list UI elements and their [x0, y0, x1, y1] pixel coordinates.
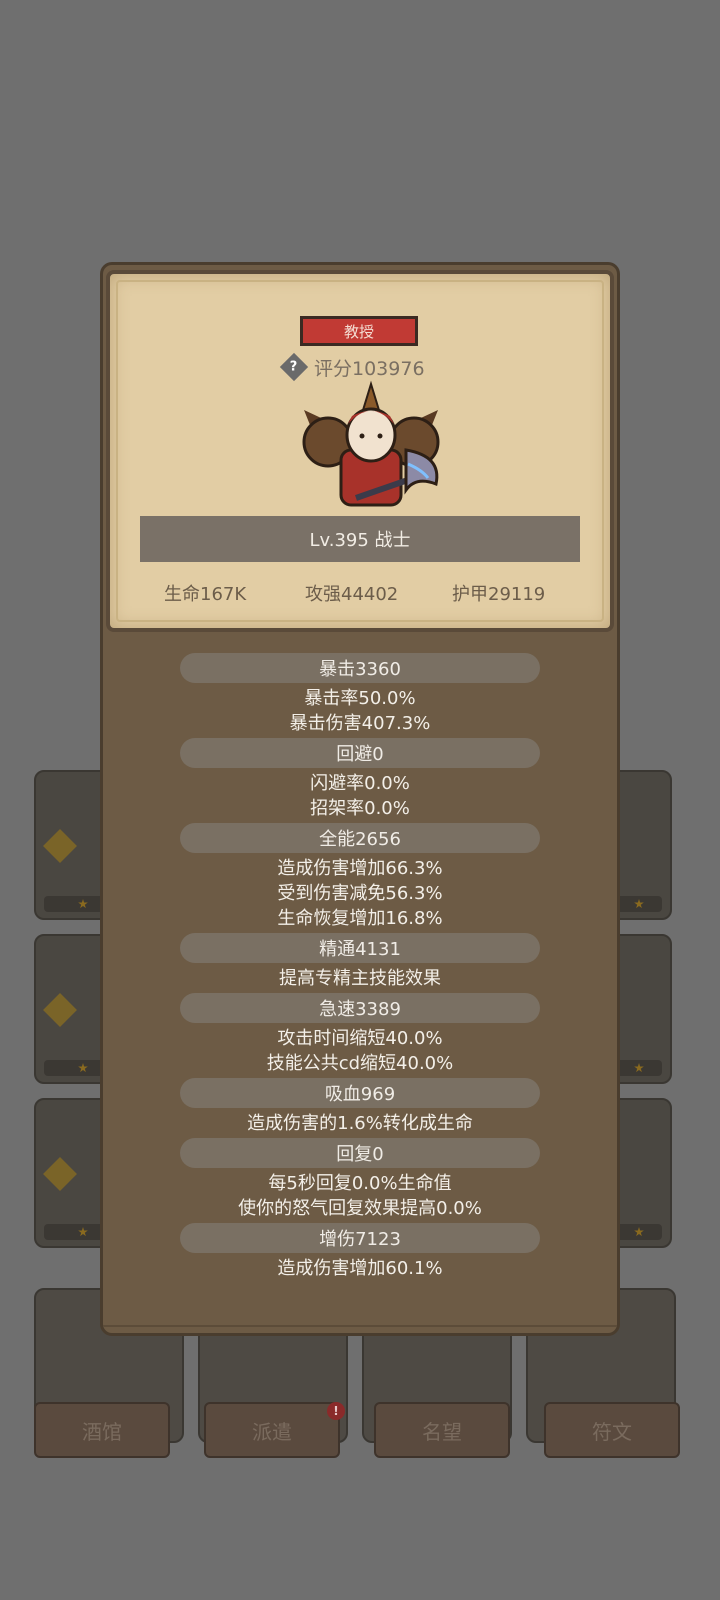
stat-header-versatility: 全能2656 — [180, 823, 540, 853]
stat-line: 技能公共cd缩短40.0% — [266, 1053, 454, 1074]
nav-rune-button[interactable]: 符文 — [544, 1402, 680, 1458]
stat-header-haste: 急速3389 — [180, 993, 540, 1023]
stat-line: 暴击伤害407.3% — [289, 713, 431, 734]
stat-line: 造成伤害增加60.1% — [277, 1258, 443, 1279]
rank-diamond-icon — [43, 1157, 77, 1191]
nav-fame-button[interactable]: 名望 — [374, 1402, 510, 1458]
attack-power-stat: 攻强44402 — [305, 584, 399, 605]
rank-diamond-icon — [43, 829, 77, 863]
stat-header-avoidance: 回避0 — [180, 738, 540, 768]
warrior-portrait — [302, 380, 440, 507]
stat-line: 闪避率0.0% — [310, 773, 410, 794]
stat-header-lifesteal: 吸血969 — [180, 1078, 540, 1108]
hp-stat: 生命167K — [164, 584, 247, 605]
stat-line: 攻击时间缩短40.0% — [277, 1028, 443, 1049]
stat-header-mastery: 精通4131 — [180, 933, 540, 963]
score-label: 评分103976 — [314, 357, 425, 380]
stat-line: 招架率0.0% — [310, 798, 410, 819]
level-class-bar: Lv.395 战士 — [140, 516, 580, 562]
armor-stat: 护甲29119 — [452, 584, 546, 605]
stat-header-damage-bonus: 增伤7123 — [180, 1223, 540, 1253]
nav-dispatch-button[interactable]: 派遣 — [204, 1402, 340, 1458]
rank-diamond-icon — [43, 993, 77, 1027]
stat-header-crit: 暴击3360 — [180, 653, 540, 683]
help-icon[interactable]: ? — [279, 352, 309, 382]
stat-line: 每5秒回复0.0%生命值 — [268, 1173, 452, 1194]
stat-line: 受到伤害减免56.3% — [277, 883, 443, 904]
stat-line: 暴击率50.0% — [304, 688, 416, 709]
alert-icon: ! — [327, 1402, 345, 1420]
nav-tavern-button[interactable]: 酒馆 — [34, 1402, 170, 1458]
stat-line: 造成伤害增加66.3% — [277, 858, 443, 879]
stat-line: 生命恢复增加16.8% — [277, 908, 443, 929]
stat-header-regen: 回复0 — [180, 1138, 540, 1168]
stat-line: 提高专精主技能效果 — [279, 968, 441, 989]
score-row: ? 评分103976 — [279, 352, 425, 382]
rank-badge: 教授 — [300, 316, 418, 346]
stat-line: 使你的怒气回复效果提高0.0% — [238, 1198, 482, 1219]
stat-line: 造成伤害的1.6%转化成生命 — [247, 1113, 473, 1134]
